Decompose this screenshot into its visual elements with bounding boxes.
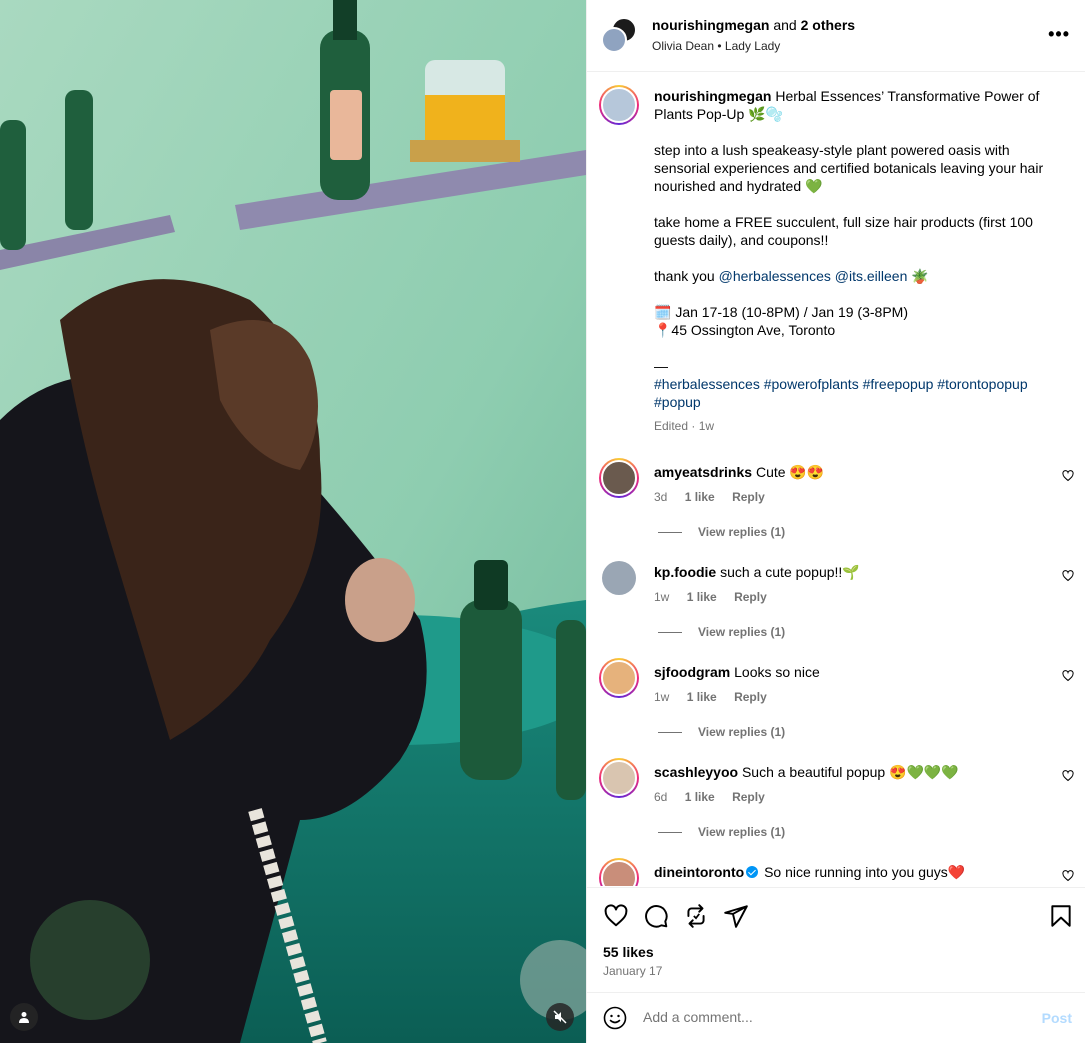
post-date[interactable]: January 17 xyxy=(603,964,662,978)
caption-thanks: thank you xyxy=(654,268,715,284)
heart-icon[interactable] xyxy=(1062,570,1074,582)
muted-speaker-icon xyxy=(553,1010,567,1024)
edited-label: Edited xyxy=(654,419,689,433)
view-replies-button[interactable]: View replies (1) xyxy=(658,625,785,639)
comment-text: Cute 😍😍 xyxy=(755,464,825,480)
post-dialog: nourishingmegan and 2 others Olivia Dean… xyxy=(0,0,1085,1043)
music-title[interactable]: Lady Lady xyxy=(725,39,780,53)
plant-emoji: 🪴 xyxy=(911,268,929,284)
user-tag-icon xyxy=(19,1012,29,1023)
commenter-avatar[interactable] xyxy=(599,858,639,886)
user-tag-button[interactable] xyxy=(10,1003,38,1031)
comment-time[interactable]: 6d xyxy=(654,790,667,804)
repost-icon[interactable] xyxy=(683,903,709,929)
avatar xyxy=(601,27,627,53)
comment-username[interactable]: kp.foodie xyxy=(654,564,716,580)
comment-username[interactable]: dineintoronto xyxy=(654,864,744,880)
others-link[interactable]: 2 others xyxy=(801,17,855,33)
caption: nourishingmegan Herbal Essences’ Transfo… xyxy=(587,73,1085,435)
comment: kp.foodie such a cute popup!!🌱 1w 1 like… xyxy=(587,552,1085,652)
heart-icon[interactable] xyxy=(1062,470,1074,482)
heart-icon[interactable] xyxy=(1062,870,1074,882)
collab-avatars[interactable] xyxy=(601,17,639,55)
comment-text: Looks so nice xyxy=(734,664,820,680)
caption-paragraph: take home a FREE succulent, full size ha… xyxy=(654,214,1033,248)
view-replies-button[interactable]: View replies (1) xyxy=(658,725,785,739)
caption-username[interactable]: nourishingmegan xyxy=(654,88,771,104)
comment-time[interactable]: 3d xyxy=(654,490,667,504)
post-details-panel: nourishingmegan and 2 others Olivia Dean… xyxy=(586,0,1085,1043)
hashtags[interactable]: #herbalessences #powerofplants #freepopu… xyxy=(654,376,1028,410)
comment: sjfoodgram Looks so nice 1w 1 like Reply… xyxy=(587,652,1085,752)
comment-likes[interactable]: 1 like xyxy=(687,690,717,704)
emoji-icon[interactable] xyxy=(603,1006,627,1030)
caption-paragraph: step into a lush speakeasy-style plant p… xyxy=(654,142,1044,194)
comments-scroll-area[interactable]: nourishingmegan Herbal Essences’ Transfo… xyxy=(587,73,1085,886)
post-authors: nourishingmegan and 2 others xyxy=(652,17,855,33)
music-info[interactable]: Olivia Dean • Lady Lady xyxy=(652,39,780,53)
verified-badge-icon xyxy=(746,866,759,878)
view-replies-label: View replies (1) xyxy=(698,725,786,739)
heart-icon[interactable] xyxy=(1062,770,1074,782)
comment-username[interactable]: amyeatsdrinks xyxy=(654,464,752,480)
meta-separator: · xyxy=(691,419,696,433)
caption-dash: — xyxy=(654,358,668,374)
more-options-button[interactable]: ••• xyxy=(1048,24,1070,45)
reply-button[interactable]: Reply xyxy=(732,790,765,804)
view-replies-label: View replies (1) xyxy=(698,525,786,539)
post-actions: 55 likes January 17 xyxy=(587,887,1085,992)
more-options-icon: ••• xyxy=(1048,24,1070,44)
view-replies-label: View replies (1) xyxy=(698,625,786,639)
comment-username[interactable]: sjfoodgram xyxy=(654,664,730,680)
view-replies-label: View replies (1) xyxy=(698,825,786,839)
comment: amyeatsdrinks Cute 😍😍 3d 1 like Reply Vi… xyxy=(587,452,1085,552)
comment-time[interactable]: 1w xyxy=(654,690,669,704)
likes-count[interactable]: 55 likes xyxy=(603,944,654,960)
commenter-avatar[interactable] xyxy=(599,658,639,698)
mute-button[interactable] xyxy=(546,1003,574,1031)
comment: dineintoronto So nice running into you g… xyxy=(587,852,1085,886)
music-artist[interactable]: Olivia Dean xyxy=(652,39,714,53)
event-dates: 🗓️ Jan 17-18 (10-8PM) / Jan 19 (3-8PM) xyxy=(654,304,908,320)
view-replies-button[interactable]: View replies (1) xyxy=(658,525,785,539)
comment-likes[interactable]: 1 like xyxy=(687,590,717,604)
comment-likes[interactable]: 1 like xyxy=(685,490,715,504)
comment-text: So nice running into you guys❤️ xyxy=(764,864,966,880)
commenter-avatar[interactable] xyxy=(599,458,639,498)
comment-likes[interactable]: 1 like xyxy=(685,790,715,804)
post-comment-button[interactable]: Post xyxy=(1042,1010,1072,1026)
caption-meta: Edited · 1w xyxy=(654,417,1050,435)
add-comment-bar: Post xyxy=(587,992,1085,1043)
post-header: nourishingmegan and 2 others Olivia Dean… xyxy=(587,0,1085,72)
post-video[interactable] xyxy=(0,0,586,1043)
mention-link[interactable]: @its.eilleen xyxy=(835,268,908,284)
heart-icon[interactable] xyxy=(603,903,629,929)
heart-icon[interactable] xyxy=(1062,670,1074,682)
reply-button[interactable]: Reply xyxy=(734,690,767,704)
event-location: 📍45 Ossington Ave, Toronto xyxy=(654,322,836,338)
music-separator: • xyxy=(717,39,722,53)
comment: scashleyyoo Such a beautiful popup 😍💚💚💚 … xyxy=(587,752,1085,852)
reply-button[interactable]: Reply xyxy=(734,590,767,604)
comment-icon[interactable] xyxy=(643,903,669,929)
reply-button[interactable]: Reply xyxy=(732,490,765,504)
bookmark-icon[interactable] xyxy=(1048,903,1074,929)
commenter-avatar[interactable] xyxy=(599,758,639,798)
video-frame-image xyxy=(0,0,586,1043)
and-text: and xyxy=(773,17,797,33)
mention-link[interactable]: @herbalessences xyxy=(719,268,831,284)
comment-username[interactable]: scashleyyoo xyxy=(654,764,738,780)
caption-time[interactable]: 1w xyxy=(699,419,714,433)
comment-input[interactable] xyxy=(643,1009,1003,1025)
comment-text: such a cute popup!!🌱 xyxy=(720,564,860,580)
send-icon[interactable] xyxy=(723,903,749,929)
comment-time[interactable]: 1w xyxy=(654,590,669,604)
caption-avatar[interactable] xyxy=(599,85,639,125)
author-username[interactable]: nourishingmegan xyxy=(652,17,769,33)
comment-text: Such a beautiful popup 😍💚💚💚 xyxy=(741,764,959,780)
commenter-avatar[interactable] xyxy=(602,561,636,595)
view-replies-button[interactable]: View replies (1) xyxy=(658,825,785,839)
